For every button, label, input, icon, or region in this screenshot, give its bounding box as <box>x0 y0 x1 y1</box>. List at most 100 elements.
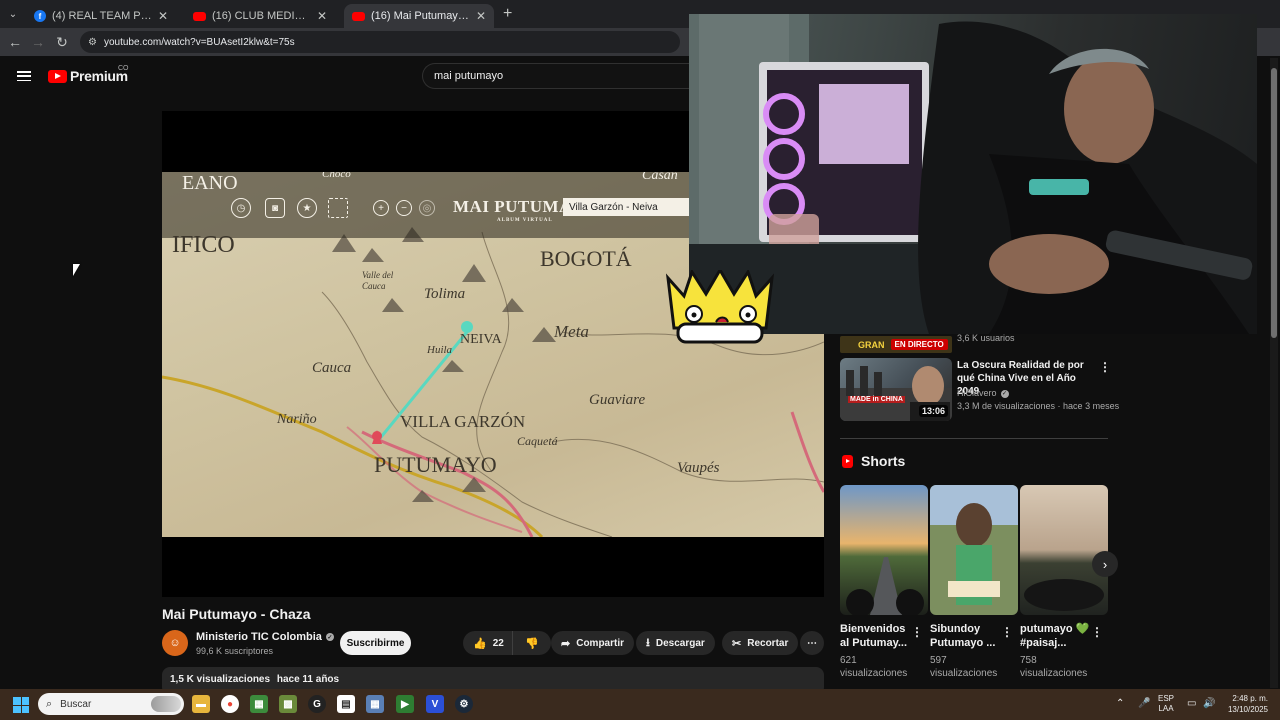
windows-start-icon[interactable] <box>13 697 29 713</box>
download-icon: ⭳ <box>646 636 650 649</box>
microphone-icon[interactable]: 🎤 <box>1138 698 1150 709</box>
forward-arrow-icon[interactable]: → <box>29 33 47 51</box>
like-button[interactable]: 👍 22 <box>463 631 513 655</box>
view-count: 1,5 K visualizaciones <box>170 674 271 685</box>
map-label: Huila <box>427 344 453 356</box>
keyboard-language[interactable]: ESP LAA <box>1158 694 1174 714</box>
subscribe-button[interactable]: Suscribirme <box>340 631 411 655</box>
minecraft-launcher-icon[interactable]: ▩ <box>279 695 297 713</box>
back-arrow-icon[interactable]: ← <box>6 33 24 51</box>
recommendation-channel[interactable]: HiClavero ✓ <box>957 388 1009 398</box>
file-explorer-icon[interactable]: ▬ <box>192 695 210 713</box>
tray-chevron-up-icon[interactable]: ⌃ <box>1116 698 1124 709</box>
download-label: Descargar <box>655 637 705 649</box>
short-views-number: 621 <box>840 655 857 666</box>
more-vertical-icon[interactable]: ⋮ <box>1091 625 1103 639</box>
dislike-button[interactable]: 👎 <box>513 631 551 655</box>
scrollbar-thumb[interactable] <box>1271 68 1277 338</box>
zoom-out-icon[interactable]: − <box>396 200 412 216</box>
map-label: Guaviare <box>589 392 646 408</box>
more-vertical-icon[interactable]: ⋮ <box>1001 625 1013 639</box>
target-icon[interactable]: ◎ <box>419 200 435 216</box>
reload-icon[interactable]: ↻ <box>53 33 71 51</box>
map-label: Casan <box>642 172 678 183</box>
shorts-logo-icon <box>842 454 853 468</box>
tab-search-chevron-icon[interactable]: ⌄ <box>4 5 22 23</box>
short-views-word: visualizaciones <box>840 668 908 679</box>
menu-hamburger-icon[interactable] <box>17 71 31 81</box>
shorts-heading-text: Shorts <box>861 453 906 469</box>
search-highlight-icon <box>151 696 181 712</box>
share-button[interactable]: ➦ Compartir <box>551 631 635 655</box>
route-label: Villa Garzón - Neiva <box>563 198 689 216</box>
map-label: Tolima <box>424 286 466 302</box>
language-code: ESP <box>1158 694 1175 703</box>
like-count: 22 <box>492 637 504 649</box>
clip-button[interactable]: ✂ Recortar <box>722 631 799 655</box>
shorts-next-arrow-icon[interactable]: › <box>1092 551 1118 577</box>
close-tab-icon[interactable]: ✕ <box>317 9 327 23</box>
thumbs-up-icon: 👍 <box>473 637 487 650</box>
taskbar-search-placeholder: Buscar <box>60 698 92 710</box>
browser-tab-club-media[interactable]: (16) CLUB MEDIA FEST COLOMB ✕ <box>185 4 335 28</box>
search-input[interactable]: mai putumayo <box>422 63 692 89</box>
more-actions-button[interactable]: ⋯ <box>800 631 824 655</box>
short-thumbnail[interactable] <box>840 485 928 615</box>
short-thumbnail[interactable] <box>930 485 1018 615</box>
calculator-icon[interactable]: ▦ <box>366 695 384 713</box>
chrome-icon[interactable]: ● <box>221 695 239 713</box>
fullscreen-icon[interactable] <box>328 198 348 218</box>
document-icon[interactable]: ▤ <box>337 695 355 713</box>
address-url: youtube.com/watch?v=BUAsetI2klw&t=75s <box>103 36 295 48</box>
short-title[interactable]: Sibundoy Putumayo ... <box>930 622 1005 650</box>
app-v-icon[interactable]: V <box>426 695 444 713</box>
page-scrollbar[interactable] <box>1270 58 1278 688</box>
browser-tab-facebook[interactable]: f (4) REAL TEAM PRRASI | Facebo ✕ <box>26 4 176 28</box>
mouse-cursor-icon <box>73 264 80 276</box>
new-tab-plus-icon[interactable]: + <box>503 5 512 23</box>
shorts-heading: Shorts <box>842 453 905 469</box>
keyboard-layout: LAA <box>1158 704 1174 713</box>
map-label: Chocó <box>322 172 351 180</box>
short-thumbnail[interactable] <box>1020 485 1108 615</box>
taskbar-clock[interactable]: 2:48 p. m. 13/10/2025 <box>1222 693 1268 715</box>
channel-name[interactable]: Ministerio TIC Colombia ✓ <box>196 631 334 643</box>
recommendation-thumbnail[interactable]: MADE in CHINA 13:06 <box>840 358 952 421</box>
steam-icon[interactable]: ⚙ <box>455 695 473 713</box>
clock-icon[interactable]: ◷ <box>231 198 251 218</box>
youtube-icon <box>193 11 206 21</box>
short-title[interactable]: putumayo 💚 #paisaj... <box>1020 622 1095 650</box>
map-label: Caquetá <box>517 434 558 448</box>
close-tab-icon[interactable]: ✕ <box>158 9 168 23</box>
mai-logo-subtitle: ALBUM VIRTUAL <box>497 218 553 223</box>
minecraft-icon[interactable]: ▦ <box>250 695 268 713</box>
star-icon[interactable]: ★ <box>297 198 317 218</box>
close-tab-icon[interactable]: ✕ <box>476 9 486 23</box>
camera-icon[interactable]: ◙ <box>265 198 285 218</box>
address-bar[interactable]: ⚙ youtube.com/watch?v=BUAsetI2klw&t=75s <box>80 31 680 53</box>
more-vertical-icon[interactable]: ⋮ <box>1099 360 1111 374</box>
live-stream-thumbnail-strip[interactable]: GRAN EN DIRECTO <box>840 336 952 353</box>
channel-name-text: Ministerio TIC Colombia <box>196 631 322 643</box>
app-g-icon[interactable]: G <box>308 695 326 713</box>
map-label: Cauca <box>312 360 352 376</box>
map-label: PUTUMAYO <box>374 452 497 477</box>
more-vertical-icon[interactable]: ⋮ <box>911 625 923 639</box>
short-views-word: visualizaciones <box>930 668 998 679</box>
zoom-in-icon[interactable]: + <box>373 200 389 216</box>
video-title: Mai Putumayo - Chaza <box>162 606 311 622</box>
download-button[interactable]: ⭳ Descargar <box>636 631 715 655</box>
channel-avatar[interactable]: ☺ <box>162 630 188 656</box>
map-label: Nariño <box>277 412 317 427</box>
youtube-play-icon <box>48 69 67 83</box>
browser-tab-mai-putumayo[interactable]: (16) Mai Putumayo - Chaza - Yo ✕ <box>344 4 494 28</box>
volume-icon[interactable]: 🔊 <box>1203 698 1215 709</box>
youtube-premium-logo[interactable]: Premium CO <box>48 65 129 84</box>
map-label: Vaupés <box>677 460 720 476</box>
short-title[interactable]: Bienvenidos al Putumay... <box>840 622 915 650</box>
game-launcher-icon[interactable]: ▶ <box>396 695 414 713</box>
site-info-icon[interactable]: ⚙ <box>88 37 97 48</box>
short-views-number: 758 <box>1020 655 1037 666</box>
network-icon[interactable]: ▭ <box>1187 698 1196 709</box>
taskbar-search[interactable]: ⌕ Buscar <box>38 693 184 715</box>
